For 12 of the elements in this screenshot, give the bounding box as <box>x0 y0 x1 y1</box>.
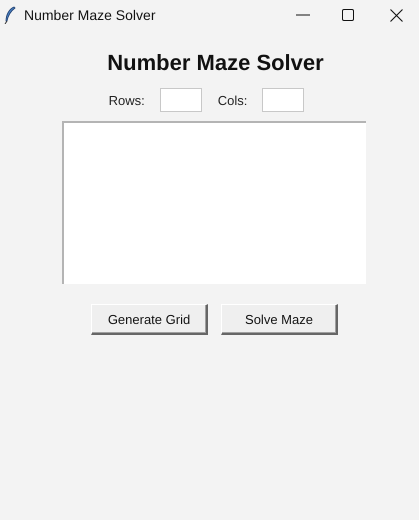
minimize-icon[interactable] <box>296 14 310 16</box>
action-button[interactable]: Generate Grid <box>91 304 208 335</box>
maximize-icon[interactable] <box>342 9 354 21</box>
input-field[interactable] <box>262 88 304 112</box>
app-heading: Number Maze Solver <box>107 50 324 76</box>
field-label: Rows: <box>108 92 145 108</box>
field-label: Cols: <box>218 92 248 108</box>
feather-icon <box>4 6 16 24</box>
close-icon[interactable] <box>390 8 403 22</box>
input-field[interactable] <box>160 88 202 112</box>
action-button[interactable]: Solve Maze <box>221 304 338 335</box>
window-title: Number Maze Solver <box>24 7 156 23</box>
